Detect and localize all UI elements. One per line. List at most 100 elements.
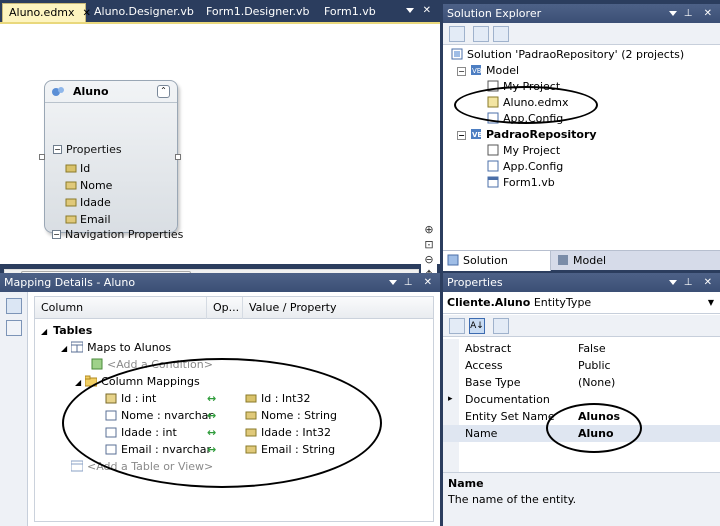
entity-shape-aluno[interactable]: Aluno ⌃ − Properties Id Nome Idade Email bbox=[44, 80, 178, 233]
categorized-icon[interactable] bbox=[449, 318, 465, 334]
property-pages-icon[interactable] bbox=[493, 318, 509, 334]
alphabetical-icon[interactable]: A↓ bbox=[469, 318, 485, 334]
mapping-sidebar bbox=[0, 292, 28, 526]
item-form1-vb[interactable]: Form1.vb bbox=[487, 175, 555, 191]
column-header-column[interactable]: Column bbox=[35, 297, 207, 319]
column-header-value-property[interactable]: Value / Property bbox=[243, 297, 433, 319]
chevron-down-icon[interactable]: ▼ bbox=[708, 292, 714, 314]
tab-model-browser[interactable]: Model Browser bbox=[553, 251, 653, 286]
tab-solution-explorer[interactable]: Solution Explorer bbox=[443, 251, 551, 286]
properties-icon[interactable] bbox=[449, 26, 465, 42]
property-row-abstract[interactable]: Abstract False bbox=[443, 340, 720, 357]
mapping-grid: Column Op... Value / Property ◢ Tables ◢ M… bbox=[34, 296, 434, 522]
resize-handle-right[interactable] bbox=[175, 154, 181, 160]
pane-controls[interactable]: ⊥ ✕ bbox=[388, 273, 436, 292]
item-repo-my-project[interactable]: My Project bbox=[487, 143, 560, 159]
solution-node[interactable]: Solution 'PadraoRepository' (2 projects) bbox=[451, 47, 684, 63]
pane-controls[interactable]: ⊥ ✕ bbox=[668, 4, 716, 23]
pane-controls[interactable]: ⊥ ✕ bbox=[668, 273, 716, 292]
column-mapping-row-id[interactable]: Id : int bbox=[105, 390, 156, 407]
entity-header[interactable]: Aluno ⌃ bbox=[45, 81, 177, 103]
svg-text:VB: VB bbox=[472, 131, 482, 139]
key-column-icon bbox=[105, 393, 117, 404]
collapse-navigation-icon[interactable]: − bbox=[52, 230, 61, 239]
item-model-app-config[interactable]: App.Config bbox=[487, 111, 563, 127]
tab-form1-designer[interactable]: Form1.Designer.vb bbox=[200, 3, 312, 22]
project-node-padraorepository[interactable]: − VB PadraoRepository bbox=[457, 127, 597, 143]
key-property-icon bbox=[65, 164, 77, 173]
mapping-details-pane: Mapping Details - Aluno ⊥ ✕ Column Op...… bbox=[0, 273, 440, 526]
config-file-icon bbox=[487, 112, 499, 124]
collapse-icon[interactable]: ⌃ bbox=[157, 85, 170, 98]
column-icon bbox=[105, 444, 117, 455]
column-mapping-row-nome[interactable]: Nome : nvarchar bbox=[105, 407, 213, 424]
chevron-down-icon[interactable] bbox=[668, 10, 677, 16]
object-selector-dropdown[interactable]: Cliente.Aluno EntityType ▼ bbox=[443, 292, 720, 314]
entity-type-icon bbox=[52, 87, 64, 96]
add-condition-row[interactable]: <Add a Condition> bbox=[91, 356, 213, 373]
show-all-files-icon[interactable] bbox=[473, 26, 489, 42]
refresh-icon[interactable] bbox=[493, 26, 509, 42]
map-entity-to-tables-icon[interactable] bbox=[6, 298, 22, 314]
solution-explorer-title-bar: Solution Explorer ⊥ ✕ bbox=[443, 4, 720, 23]
tab-aluno-designer[interactable]: Aluno.Designer.vb bbox=[88, 3, 198, 22]
model-browser-icon bbox=[558, 255, 568, 265]
maps-to-table-row[interactable]: ◢ Maps to Alunos bbox=[61, 339, 171, 356]
item-model-my-project[interactable]: My Project bbox=[487, 79, 560, 95]
solution-explorer-tabs: Solution Explorer Model Browser bbox=[443, 250, 720, 286]
chevron-down-icon[interactable] bbox=[668, 279, 677, 285]
description-title: Name bbox=[448, 477, 484, 490]
entity-property-id[interactable]: Id bbox=[65, 162, 90, 178]
table-icon bbox=[71, 341, 84, 353]
solution-explorer-toolbar bbox=[443, 23, 720, 45]
resize-handle-left[interactable] bbox=[39, 154, 45, 160]
entity-property-nome[interactable]: Nome bbox=[65, 179, 112, 195]
collapse-icon[interactable]: − bbox=[457, 131, 466, 140]
item-aluno-edmx[interactable]: Aluno.edmx bbox=[487, 95, 569, 111]
table-icon bbox=[71, 460, 83, 472]
column-mapping-row-idade[interactable]: Idade : int bbox=[105, 424, 177, 441]
expand-icon[interactable]: ▸ bbox=[448, 391, 453, 408]
chevron-down-icon[interactable] bbox=[388, 279, 397, 285]
condition-icon bbox=[91, 358, 103, 370]
tab-aluno-edmx[interactable]: Aluno.edmx ✕ bbox=[2, 3, 91, 22]
properties-section-label: Properties bbox=[66, 143, 122, 156]
add-table-or-view-row[interactable]: <Add a Table or View> bbox=[71, 458, 213, 475]
property-mapping-idade[interactable]: Idade : Int32 bbox=[245, 424, 331, 441]
pane-title: Mapping Details - Aluno bbox=[4, 276, 136, 289]
entity-property-idade[interactable]: Idade bbox=[65, 196, 111, 212]
tables-node[interactable]: ◢ Tables bbox=[41, 322, 92, 339]
column-header-operator[interactable]: Op... bbox=[207, 297, 243, 319]
document-tab-strip: Aluno.edmx ✕ Aluno.Designer.vb Form1.Desi… bbox=[0, 0, 440, 22]
mapping-arrow-icon: ↔ bbox=[207, 426, 217, 439]
item-repo-app-config[interactable]: App.Config bbox=[487, 159, 563, 175]
property-row-documentation[interactable]: ▸ Documentation bbox=[443, 391, 720, 408]
column-icon bbox=[105, 410, 117, 421]
property-row-base-type[interactable]: Base Type (None) bbox=[443, 374, 720, 391]
zoom-fit-icon[interactable]: ⊡ bbox=[422, 238, 436, 252]
entity-name: Aluno bbox=[73, 85, 109, 98]
document-window-controls[interactable]: ✕ bbox=[406, 5, 436, 16]
property-mapping-email[interactable]: Email : String bbox=[245, 441, 335, 458]
tab-form1[interactable]: Form1.vb bbox=[318, 3, 388, 22]
property-mapping-id[interactable]: Id : Int32 bbox=[245, 390, 310, 407]
column-mappings-node[interactable]: ◢ Column Mappings bbox=[75, 373, 200, 390]
map-entity-to-functions-icon[interactable] bbox=[6, 320, 22, 336]
folder-icon bbox=[85, 375, 98, 387]
property-row-entity-set-name[interactable]: Entity Set Name Alunos bbox=[443, 408, 720, 425]
vb-project-icon: VB bbox=[471, 129, 482, 139]
zoom-in-icon[interactable]: ⊕ bbox=[422, 223, 436, 237]
description-text: The name of the entity. bbox=[448, 493, 577, 506]
zoom-out-icon[interactable]: ⊖ bbox=[422, 253, 436, 267]
vb-project-icon: VB bbox=[471, 65, 482, 75]
collapse-icon[interactable]: − bbox=[457, 67, 466, 76]
property-row-name[interactable]: Name Aluno bbox=[443, 425, 720, 442]
collapse-properties-icon[interactable]: − bbox=[53, 145, 62, 154]
column-mapping-row-email[interactable]: Email : nvarchar bbox=[105, 441, 211, 458]
chevron-down-icon[interactable] bbox=[406, 7, 415, 13]
project-node-model[interactable]: − VB Model bbox=[457, 63, 519, 79]
property-row-access[interactable]: Access Public bbox=[443, 357, 720, 374]
entity-property-email[interactable]: Email bbox=[65, 213, 111, 229]
entity-designer-surface[interactable]: Aluno ⌃ − Properties Id Nome Idade Email… bbox=[0, 22, 440, 285]
property-mapping-nome[interactable]: Nome : String bbox=[245, 407, 337, 424]
